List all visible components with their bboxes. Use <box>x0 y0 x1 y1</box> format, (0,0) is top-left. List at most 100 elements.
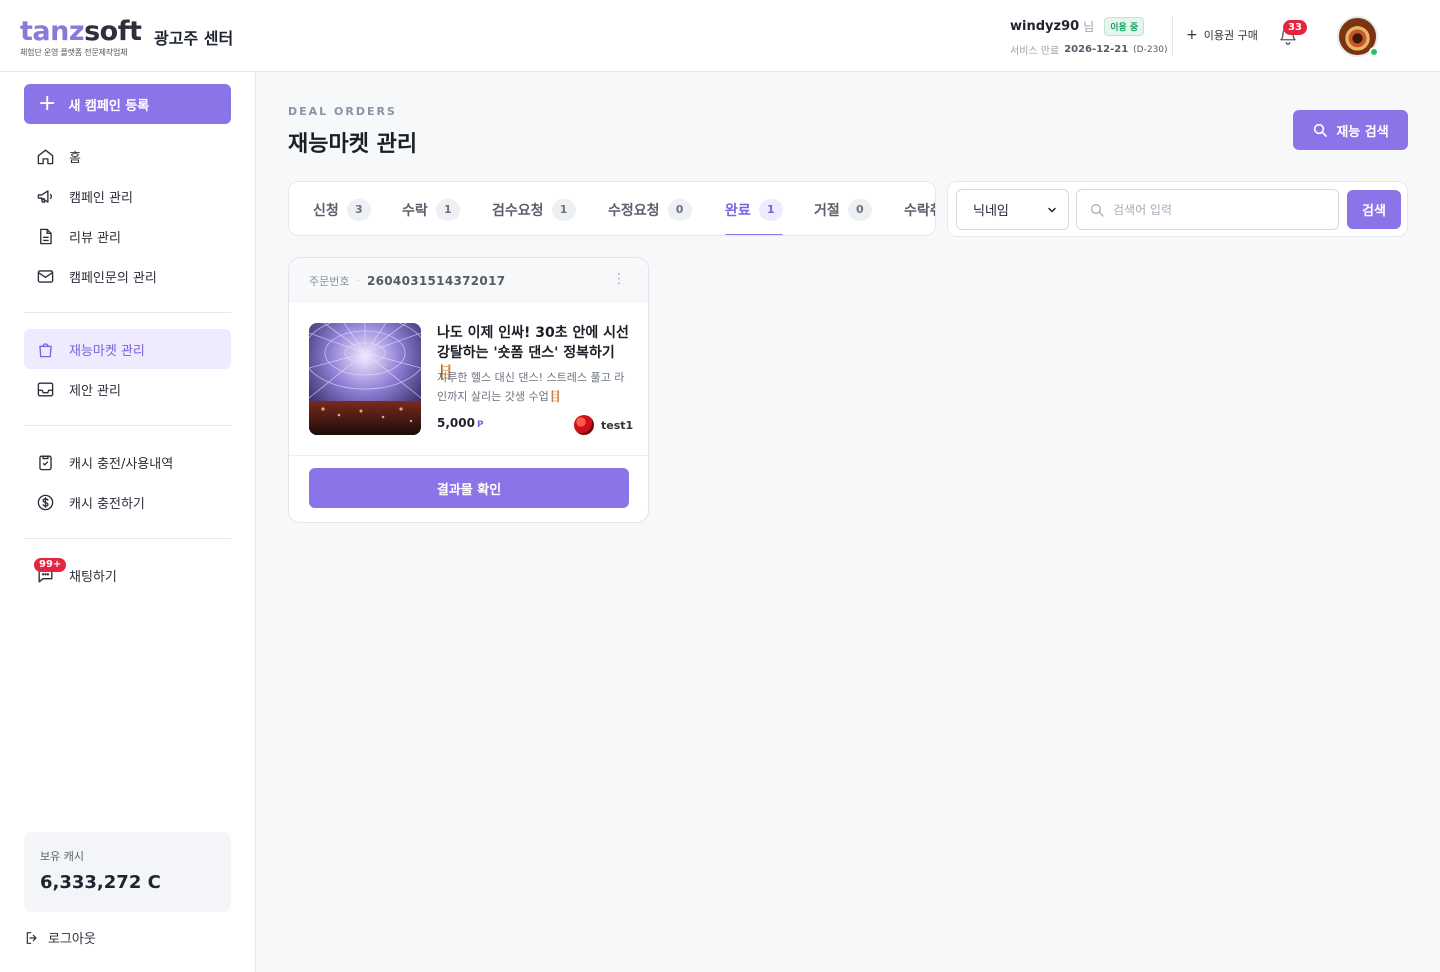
mail-icon <box>37 269 54 283</box>
shopping-bag-icon <box>39 342 52 357</box>
tab-label: 거절 <box>814 202 840 219</box>
home-icon <box>37 148 54 164</box>
sidebar-item-label: 홈 <box>69 150 81 166</box>
sidebar-divider <box>24 312 231 313</box>
megaphone-icon <box>37 189 52 203</box>
order-description: 지루한 헬스 대신 댄스! 스트레스 풀고 라인까지 살리는 갓생 수업🪜 <box>437 371 625 403</box>
tab-accept-cancel[interactable]: 수락취 <box>904 182 935 235</box>
sidebar-item-cash-history[interactable]: 캐시 충전/사용내역 <box>24 442 231 482</box>
search-input[interactable] <box>1113 202 1323 217</box>
sidebar-item-cash-charge[interactable]: 캐시 충전하기 <box>24 482 231 522</box>
search-icon <box>1314 123 1328 137</box>
sidebar-item-campaigns[interactable]: 캠페인 관리 <box>24 176 231 216</box>
sidebar-item-home[interactable]: 홈 <box>24 136 231 176</box>
order-card: 주문번호 · 2604031514372017 ⋮ 나도 이제 인싸! 30초 … <box>288 257 649 523</box>
online-indicator <box>1369 47 1379 57</box>
card-divider <box>289 455 648 456</box>
tab-count: 1 <box>435 198 460 221</box>
notification-count: 33 <box>1283 20 1307 35</box>
order-price: 5,000 P <box>437 416 484 430</box>
order-number-label: 주문번호 <box>309 274 350 288</box>
tab-count: 1 <box>758 198 783 221</box>
separator-dot: · <box>356 274 360 287</box>
search-input-wrapper <box>1076 189 1339 230</box>
more-options-icon[interactable]: ⋮ <box>612 272 626 286</box>
tab-request[interactable]: 신청 3 <box>313 182 371 235</box>
sidebar-item-label: 채팅하기 <box>69 569 117 585</box>
search-field-select[interactable]: 닉네임 <box>956 189 1069 230</box>
price-unit: P <box>476 420 484 430</box>
username-honorific: 님 <box>1083 20 1095 34</box>
tab-count: 3 <box>346 198 371 221</box>
order-card-header: 주문번호 · 2604031514372017 ⋮ <box>289 258 648 303</box>
sidebar-item-label: 캐시 충전하기 <box>69 496 145 512</box>
talent-search-label: 재능 검색 <box>1336 124 1389 140</box>
sidebar-item-label: 캠페인 관리 <box>69 190 133 206</box>
logout-button[interactable]: 로그아웃 <box>24 928 96 947</box>
seller-name: test1 <box>601 418 634 432</box>
new-campaign-label: 새 캠페인 등록 <box>68 98 150 114</box>
search-panel: 닉네임 검색 <box>947 181 1408 237</box>
seller-info: test1 <box>574 415 633 435</box>
tab-label: 검수요청 <box>492 202 544 219</box>
sidebar-divider <box>24 538 231 539</box>
tab-count: 1 <box>551 198 576 221</box>
plus-icon: + <box>1186 27 1198 43</box>
status-badge: 이용 중 <box>1104 17 1145 36</box>
page-title: 재능마켓 관리 <box>288 132 418 157</box>
search-field-value: 닉네임 <box>973 204 1009 219</box>
buy-subscription-label: 이용권 구매 <box>1203 29 1258 42</box>
search-icon <box>1091 203 1104 217</box>
username: windyz90 <box>1010 19 1080 34</box>
sidebar-item-label: 캐시 충전/사용내역 <box>69 456 174 472</box>
cash-label: 보유 캐시 <box>40 850 84 863</box>
sidebar-item-inquiries[interactable]: 캠페인문의 관리 <box>24 256 231 296</box>
tab-label: 완료 <box>725 202 751 219</box>
sidebar-item-reviews[interactable]: 리뷰 관리 <box>24 216 231 256</box>
cash-balance-card: 보유 캐시 6,333,272 C <box>24 832 231 912</box>
sidebar-item-label: 제안 관리 <box>69 383 121 399</box>
tab-revision-request[interactable]: 수정요청 0 <box>608 182 692 235</box>
buy-subscription-button[interactable]: + 이용권 구매 <box>1186 27 1258 43</box>
tab-accepted[interactable]: 수락 1 <box>402 182 460 235</box>
cash-value: 6,333,272 C <box>40 872 161 893</box>
clipboard-check-icon <box>39 454 52 470</box>
logo-text-2: soft <box>84 16 142 47</box>
page-eyebrow: DEAL ORDERS <box>288 105 397 118</box>
center-title: 광고주 센터 <box>154 29 234 48</box>
tab-count: 0 <box>667 198 692 221</box>
logout-icon <box>26 931 37 944</box>
sidebar-item-label: 리뷰 관리 <box>69 230 121 246</box>
sidebar-item-label: 재능마켓 관리 <box>69 343 145 359</box>
sidebar-item-label: 캠페인문의 관리 <box>69 270 157 286</box>
plus-icon: + <box>38 91 57 116</box>
logo-text-1: tanz <box>20 16 85 47</box>
header-divider <box>1172 16 1173 56</box>
service-label: 서비스 만료 <box>1010 46 1060 57</box>
order-thumbnail[interactable] <box>309 323 421 435</box>
thumbnail-image <box>309 323 421 435</box>
top-header: tanzsoft 체험단 운영 플랫폼 전문제작업체 광고주 센터 windyz… <box>0 0 1440 72</box>
inbox-icon <box>37 381 54 397</box>
price-value: 5,000 <box>437 416 475 430</box>
tab-rejected[interactable]: 거절 0 <box>814 182 872 235</box>
talent-search-button[interactable]: 재능 검색 <box>1293 110 1408 150</box>
tab-label: 수락취 <box>904 202 935 219</box>
seller-avatar <box>574 415 594 435</box>
order-number: 2604031514372017 <box>366 273 506 288</box>
sidebar-item-proposals[interactable]: 제안 관리 <box>24 369 231 409</box>
logo-tagline: 체험단 운영 플랫폼 전문제작업체 <box>20 48 128 57</box>
logo[interactable]: tanzsoft 체험단 운영 플랫폼 전문제작업체 <box>20 16 142 58</box>
tab-completed[interactable]: 완료 1 <box>725 182 783 235</box>
view-result-button[interactable]: 결과물 확인 <box>309 468 629 508</box>
search-button[interactable]: 검색 <box>1347 190 1401 229</box>
tab-label: 신청 <box>313 202 339 219</box>
new-campaign-button[interactable]: + 새 캠페인 등록 <box>24 84 231 124</box>
tab-review-request[interactable]: 검수요청 1 <box>492 182 576 235</box>
logout-label: 로그아웃 <box>48 932 96 947</box>
sidebar-item-talent-market[interactable]: 재능마켓 관리 <box>24 329 231 369</box>
dollar-circle-icon <box>37 494 54 510</box>
sidebar-divider <box>24 425 231 426</box>
chevron-down-icon <box>1048 207 1056 212</box>
tab-label: 수락 <box>402 202 428 219</box>
